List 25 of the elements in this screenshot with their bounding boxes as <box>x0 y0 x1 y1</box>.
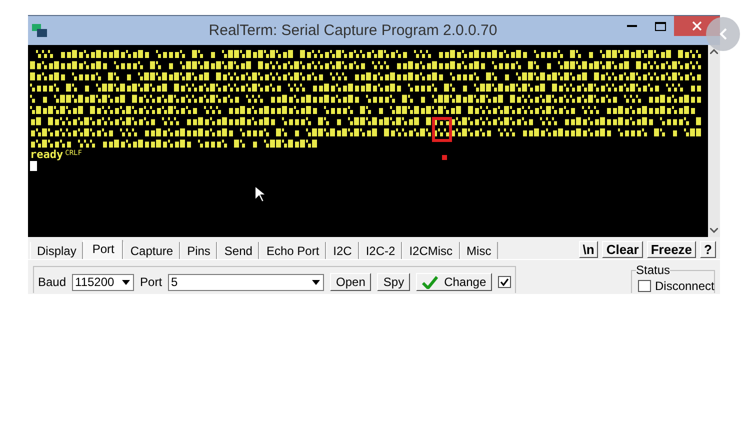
port-label: Port <box>140 275 162 289</box>
toolbar-button[interactable]: Clear <box>602 241 643 258</box>
disconnect-label: Disconnect <box>655 279 714 293</box>
change-button[interactable]: Change <box>416 273 492 291</box>
tab[interactable]: Echo Port <box>259 242 326 259</box>
tab[interactable]: Display <box>30 242 84 259</box>
tab[interactable]: Misc <box>460 242 498 259</box>
window-title: RealTerm: Serial Capture Program 2.0.0.70 <box>208 22 498 39</box>
toolbar-button[interactable]: Freeze <box>646 241 696 258</box>
tab[interactable]: Pins <box>180 242 218 259</box>
baud-dropdown[interactable]: 115200 <box>72 274 134 290</box>
terminal-line: ready <box>30 149 64 160</box>
port-dropdown[interactable]: 5 <box>168 274 324 290</box>
open-button[interactable]: Open <box>330 273 372 291</box>
tab[interactable]: I2CMisc <box>402 242 460 259</box>
tab[interactable]: I2C-2 <box>358 242 402 259</box>
tab[interactable]: Port <box>83 240 124 260</box>
baud-label: Baud <box>38 275 66 289</box>
spy-button[interactable]: Spy <box>377 273 410 291</box>
toolbar-button[interactable]: ? <box>700 241 716 258</box>
tab[interactable]: Capture <box>123 242 180 259</box>
toolbar-button[interactable]: \n <box>578 241 598 258</box>
tab[interactable]: I2C <box>326 242 359 259</box>
tab[interactable]: Send <box>217 242 260 259</box>
status-title: Status <box>636 263 670 277</box>
